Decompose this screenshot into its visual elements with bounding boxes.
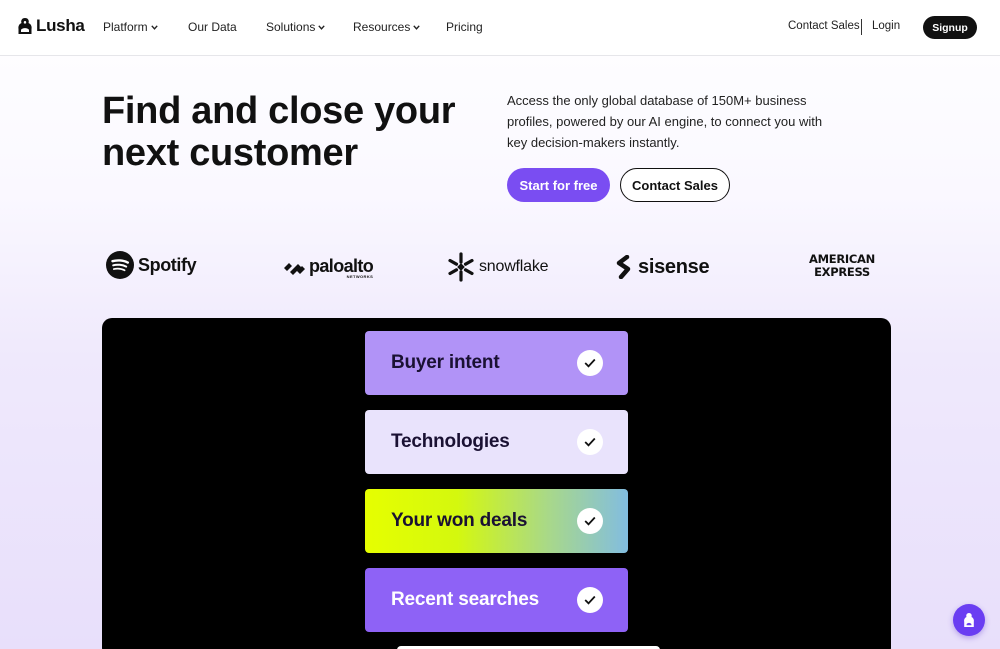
nav-our-data-label: Our Data bbox=[188, 20, 237, 34]
product-demo-panel: Buyer intent Technologies Your won deals… bbox=[102, 318, 891, 649]
top-navigation: Lusha Platform Our Data Solutions Resour… bbox=[0, 0, 1000, 56]
hero-headline: Find and close your next customer bbox=[102, 90, 456, 174]
logo-text: Lusha bbox=[36, 16, 85, 35]
filter-card-won-deals: Your won deals bbox=[365, 489, 628, 553]
lusha-logo[interactable]: Lusha bbox=[17, 16, 85, 36]
paloalto-subtext: NETWORKS bbox=[346, 274, 374, 279]
spotify-wordmark: Spotify bbox=[138, 254, 197, 275]
chat-launcher-button[interactable] bbox=[953, 604, 985, 636]
nav-resources-label: Resources bbox=[353, 20, 411, 34]
snowflake-wordmark: snowflake bbox=[479, 258, 549, 275]
nav-pricing[interactable]: Pricing bbox=[446, 20, 483, 34]
chat-launcher-icon bbox=[964, 613, 974, 627]
contact-sales-button[interactable]: Contact Sales bbox=[620, 168, 730, 202]
nav-login-link[interactable]: Login bbox=[872, 20, 900, 32]
nav-platform-label: Platform bbox=[103, 20, 148, 34]
nav-resources[interactable]: Resources bbox=[353, 20, 421, 34]
nav-our-data[interactable]: Our Data bbox=[188, 20, 237, 34]
filter-card-label: Recent searches bbox=[391, 589, 540, 610]
sisense-logo: sisense bbox=[614, 255, 710, 279]
sisense-icon bbox=[616, 255, 631, 279]
chevron-down-icon bbox=[318, 24, 326, 30]
chevron-down-icon bbox=[150, 24, 158, 30]
check-icon bbox=[577, 508, 603, 534]
snowflake-logo: snowflake bbox=[447, 252, 549, 282]
spotify-logo: Spotify bbox=[106, 251, 197, 279]
chevron-down-icon bbox=[413, 24, 421, 30]
filter-card-label: Your won deals bbox=[391, 510, 528, 531]
paloalto-logo: paloalto NETWORKS bbox=[284, 256, 374, 279]
spotify-icon bbox=[106, 251, 134, 279]
sisense-wordmark: sisense bbox=[638, 255, 710, 278]
snowflake-icon bbox=[448, 252, 474, 282]
signup-button[interactable]: Signup bbox=[923, 16, 977, 39]
hero-description: Access the only global database of 150M+… bbox=[507, 93, 823, 150]
filter-card-buyer-intent: Buyer intent bbox=[365, 331, 628, 395]
filter-card-technologies: Technologies bbox=[365, 410, 628, 474]
nav-platform[interactable]: Platform bbox=[103, 20, 158, 34]
nav-solutions-label: Solutions bbox=[266, 20, 316, 34]
check-icon bbox=[577, 429, 603, 455]
check-icon bbox=[577, 587, 603, 613]
filter-card-label: Technologies bbox=[391, 431, 510, 452]
filter-card-label: Buyer intent bbox=[391, 352, 500, 373]
lusha-logo-icon bbox=[18, 18, 32, 34]
check-icon bbox=[577, 350, 603, 376]
nav-solutions[interactable]: Solutions bbox=[266, 20, 326, 34]
paloalto-icon bbox=[284, 262, 305, 275]
nav-divider bbox=[861, 19, 862, 35]
nav-contact-sales-link[interactable]: Contact Sales bbox=[788, 20, 860, 32]
nav-pricing-label: Pricing bbox=[446, 20, 483, 34]
filter-card-recent-searches: Recent searches bbox=[365, 568, 628, 632]
start-for-free-button[interactable]: Start for free bbox=[507, 168, 610, 202]
american-express-logo: AMERICAN EXPRESS bbox=[806, 253, 878, 279]
amex-wordmark-line2: EXPRESS bbox=[814, 265, 870, 279]
